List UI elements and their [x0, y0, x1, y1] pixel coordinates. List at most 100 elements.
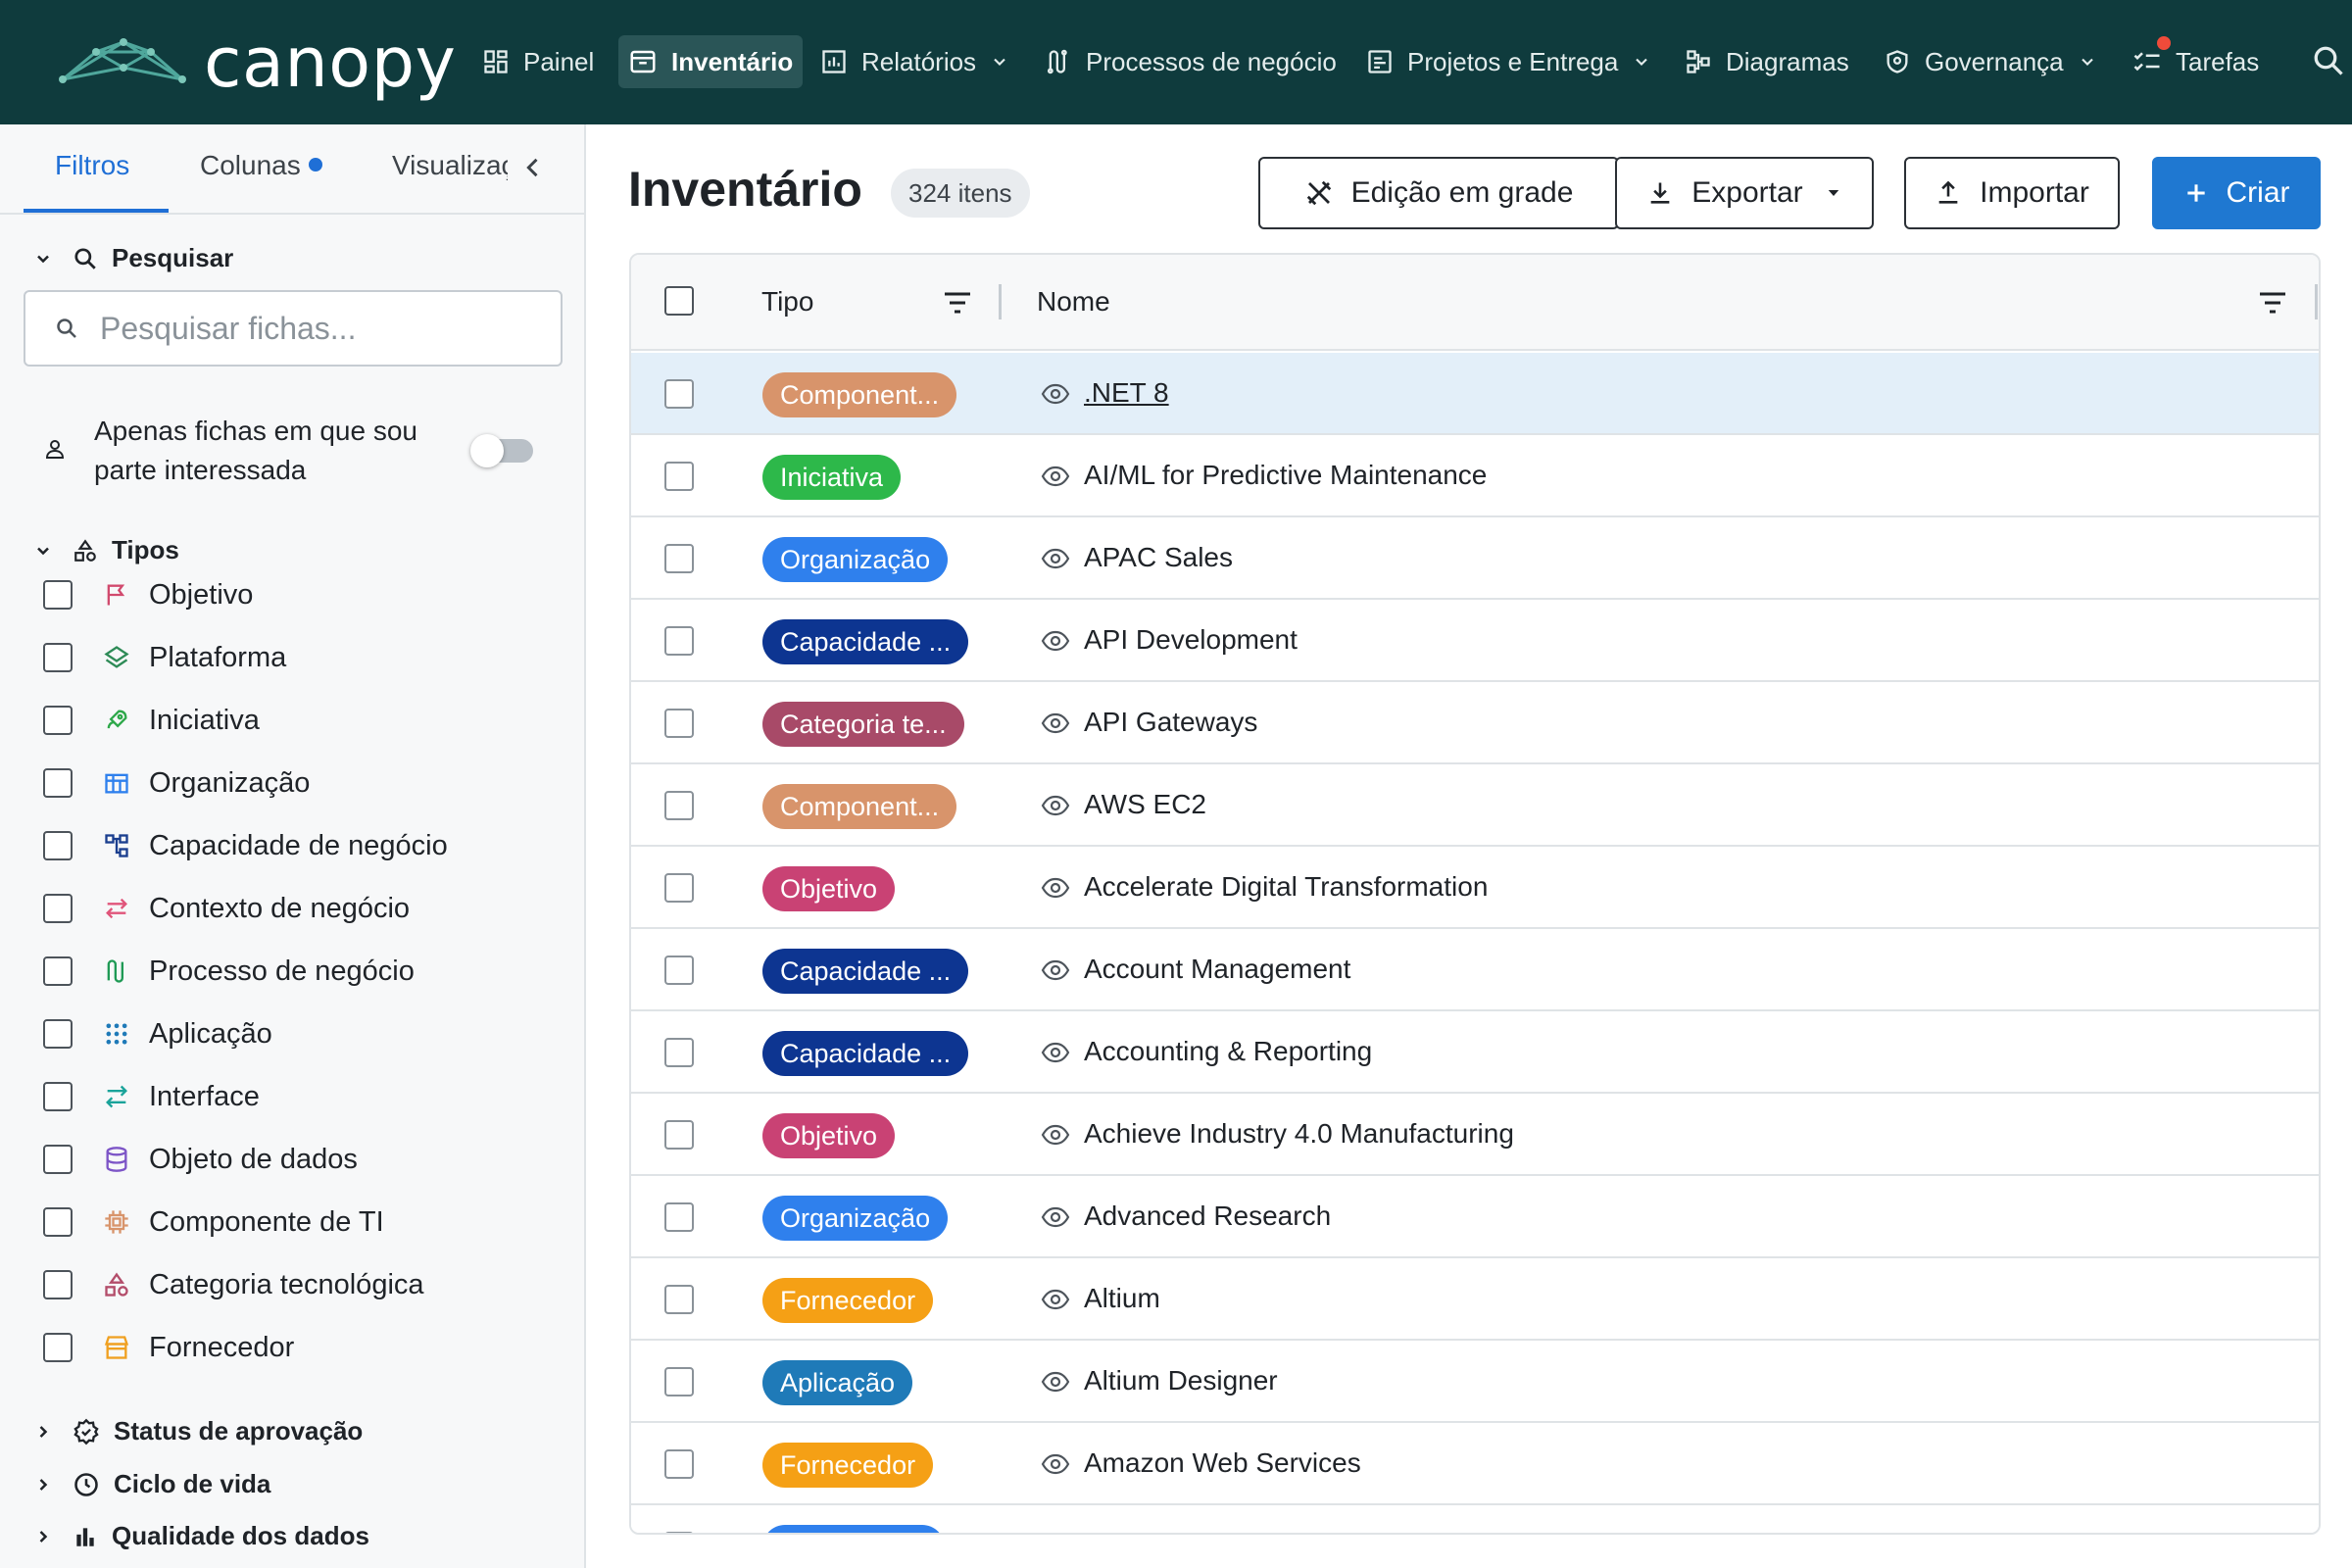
- table-row[interactable]: Aplicação Altium Designer: [631, 1341, 2319, 1423]
- row-name-link[interactable]: Altium: [1084, 1283, 1160, 1314]
- table-row[interactable]: Component... AWS EC2: [631, 764, 2319, 847]
- search-icon[interactable]: [2311, 43, 2346, 78]
- tab-filtros[interactable]: Filtros: [55, 150, 129, 181]
- type-filter-item[interactable]: Capacidade de negócio: [43, 821, 448, 870]
- column-header-nome[interactable]: Nome: [1037, 286, 1110, 318]
- row-name-link[interactable]: API Gateways: [1084, 707, 1257, 738]
- table-row-partial[interactable]: [631, 1505, 2319, 1533]
- eye-icon[interactable]: [1041, 548, 1070, 569]
- row-name-link[interactable]: AI/ML for Predictive Maintenance: [1084, 460, 1487, 491]
- type-filter-item[interactable]: Contexto de negócio: [43, 884, 410, 933]
- row-checkbox[interactable]: [664, 791, 694, 820]
- nav-item-inventario[interactable]: Inventário: [618, 35, 804, 88]
- row-checkbox[interactable]: [664, 873, 694, 903]
- row-name-link[interactable]: APAC Sales: [1084, 542, 1233, 573]
- types-section-header[interactable]: Tipos: [33, 535, 179, 565]
- table-row[interactable]: Categoria te... API Gateways: [631, 682, 2319, 764]
- type-filter-checkbox[interactable]: [43, 1333, 73, 1362]
- type-filter-checkbox[interactable]: [43, 768, 73, 798]
- import-button[interactable]: Importar: [1904, 157, 2120, 229]
- stakeholder-toggle[interactable]: [470, 434, 533, 467]
- tab-colunas[interactable]: Colunas: [200, 150, 322, 181]
- grid-edit-button[interactable]: Edição em grade: [1258, 157, 1619, 229]
- table-row[interactable]: Capacidade ... Account Management: [631, 929, 2319, 1011]
- row-checkbox[interactable]: [664, 462, 694, 491]
- eye-icon[interactable]: [1041, 1289, 1070, 1310]
- eye-icon[interactable]: [1041, 466, 1070, 487]
- row-name-link[interactable]: Account Management: [1084, 954, 1350, 985]
- row-name-link[interactable]: AWS EC2: [1084, 789, 1206, 820]
- search-section-header[interactable]: Pesquisar: [33, 243, 233, 273]
- nav-item-tarefas[interactable]: Tarefas: [2123, 35, 2269, 88]
- row-name-link[interactable]: Altium Designer: [1084, 1365, 1278, 1396]
- brand-logo[interactable]: canopy: [59, 25, 456, 100]
- type-filter-checkbox[interactable]: [43, 1145, 73, 1174]
- nav-item-processos[interactable]: Processos de negócio: [1035, 35, 1347, 88]
- tab-visualizacoes[interactable]: Visualizações: [392, 150, 508, 181]
- filter-icon[interactable]: [943, 290, 972, 316]
- nav-item-diagramas[interactable]: Diagramas: [1675, 35, 1859, 88]
- table-row[interactable]: Objetivo Achieve Industry 4.0 Manufacturi…: [631, 1094, 2319, 1176]
- row-name-link[interactable]: Advanced Research: [1084, 1200, 1331, 1232]
- eye-icon[interactable]: [1041, 1206, 1070, 1228]
- row-checkbox[interactable]: [664, 956, 694, 985]
- eye-icon[interactable]: [1041, 959, 1070, 981]
- eye-icon[interactable]: [1041, 877, 1070, 899]
- type-filter-checkbox[interactable]: [43, 1082, 73, 1111]
- row-checkbox[interactable]: [664, 1120, 694, 1150]
- search-field[interactable]: [24, 290, 563, 367]
- eye-icon[interactable]: [1041, 1453, 1070, 1475]
- table-row[interactable]: Fornecedor Altium: [631, 1258, 2319, 1341]
- type-filter-item[interactable]: Organização: [43, 759, 310, 808]
- type-filter-item[interactable]: Fornecedor: [43, 1323, 294, 1372]
- export-button[interactable]: Exportar: [1615, 157, 1874, 229]
- row-checkbox[interactable]: [664, 1449, 694, 1479]
- type-filter-item[interactable]: Processo de negócio: [43, 947, 415, 996]
- table-row[interactable]: Capacidade ... Accounting & Reporting: [631, 1011, 2319, 1094]
- row-name-link[interactable]: Amazon Web Services: [1084, 1447, 1361, 1479]
- type-filter-checkbox[interactable]: [43, 894, 73, 923]
- eye-icon[interactable]: [1041, 795, 1070, 816]
- search-input[interactable]: [100, 310, 551, 347]
- eye-icon[interactable]: [1041, 1042, 1070, 1063]
- type-filter-item[interactable]: Objeto de dados: [43, 1135, 358, 1184]
- eye-icon[interactable]: [1041, 712, 1070, 734]
- nav-item-governanca[interactable]: Governança: [1874, 35, 2107, 88]
- nav-item-projetos[interactable]: Projetos e Entrega: [1356, 35, 1661, 88]
- row-name-link[interactable]: Achieve Industry 4.0 Manufacturing: [1084, 1118, 1514, 1150]
- table-row[interactable]: Component... .NET 8: [631, 353, 2319, 435]
- table-row[interactable]: Fornecedor Amazon Web Services: [631, 1423, 2319, 1505]
- type-filter-item[interactable]: Objetivo: [43, 570, 253, 619]
- type-filter-item[interactable]: Iniciativa: [43, 696, 260, 745]
- type-filter-checkbox[interactable]: [43, 1207, 73, 1237]
- chevron-left-icon[interactable]: [519, 154, 547, 181]
- row-checkbox[interactable]: [664, 1367, 694, 1396]
- column-header-tipo[interactable]: Tipo: [761, 286, 813, 318]
- type-filter-checkbox[interactable]: [43, 831, 73, 860]
- type-filter-item[interactable]: Componente de TI: [43, 1198, 384, 1247]
- row-name-link[interactable]: Accelerate Digital Transformation: [1084, 871, 1488, 903]
- eye-icon[interactable]: [1041, 383, 1070, 405]
- type-filter-item[interactable]: Categoria tecnológica: [43, 1260, 424, 1309]
- type-filter-checkbox[interactable]: [43, 1270, 73, 1299]
- row-name-link[interactable]: API Development: [1084, 624, 1298, 656]
- row-checkbox[interactable]: [664, 544, 694, 573]
- type-filter-checkbox[interactable]: [43, 956, 73, 986]
- type-filter-checkbox[interactable]: [43, 643, 73, 672]
- create-button[interactable]: Criar: [2152, 157, 2321, 229]
- eye-icon[interactable]: [1041, 1371, 1070, 1393]
- table-row[interactable]: Organização APAC Sales: [631, 517, 2319, 600]
- table-row[interactable]: Capacidade ... API Development: [631, 600, 2319, 682]
- nav-item-painel[interactable]: Painel: [472, 35, 604, 88]
- type-filter-checkbox[interactable]: [43, 1019, 73, 1049]
- nav-item-relatorios[interactable]: Relatórios: [810, 35, 1019, 88]
- column-resize-handle[interactable]: [999, 284, 1002, 319]
- row-checkbox[interactable]: [664, 709, 694, 738]
- type-filter-checkbox[interactable]: [43, 706, 73, 735]
- row-checkbox[interactable]: [664, 1202, 694, 1232]
- row-name-link[interactable]: Accounting & Reporting: [1084, 1036, 1372, 1067]
- row-checkbox[interactable]: [664, 379, 694, 409]
- eye-icon[interactable]: [1041, 630, 1070, 652]
- approval-section-header[interactable]: Status de aprovação: [33, 1416, 363, 1446]
- type-filter-item[interactable]: Plataforma: [43, 633, 286, 682]
